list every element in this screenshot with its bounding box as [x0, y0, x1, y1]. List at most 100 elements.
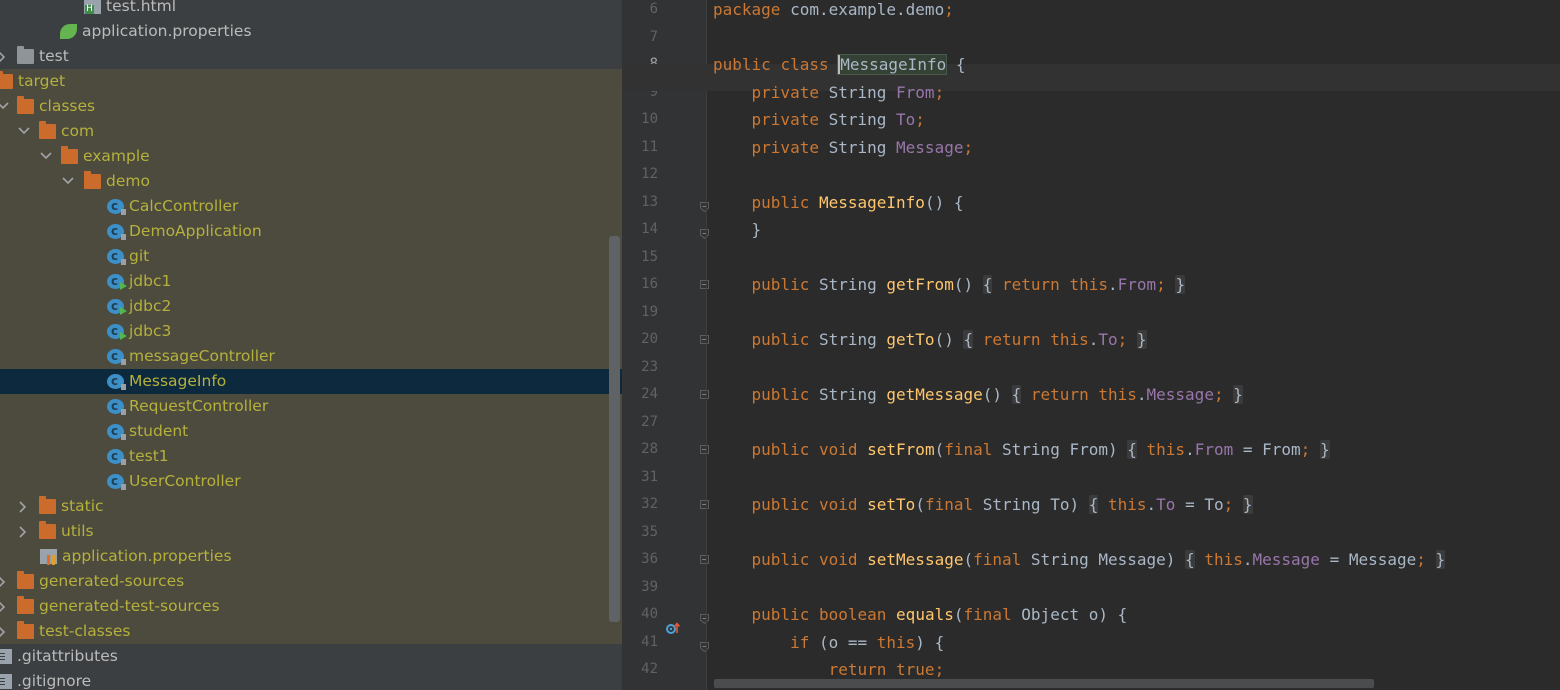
chevron-down-icon[interactable] [17, 119, 31, 144]
tree-item-label: generated-test-sources [39, 597, 220, 615]
tree-item-test[interactable]: test [0, 44, 622, 69]
tree-item-label: test.html [106, 0, 176, 15]
tree-item-example[interactable]: example [0, 144, 622, 169]
tree-item-jdbc2[interactable]: jdbc2 [0, 294, 622, 319]
text-file-icon [0, 649, 12, 664]
code-line[interactable]: public boolean equals(final Object o) { [713, 601, 1128, 628]
excluded-folder-icon [17, 571, 34, 589]
class-icon [107, 219, 126, 244]
tree-item-label: application.properties [82, 22, 252, 40]
properties-file-icon [40, 549, 57, 565]
code-line[interactable]: public class MessageInfo { [713, 51, 965, 78]
tree-item-messagecontroller[interactable]: messageController [0, 344, 622, 369]
code-line[interactable]: public void setMessage(final String Mess… [713, 546, 1446, 573]
tree-item-git[interactable]: git [0, 244, 622, 269]
fold-marker-icon[interactable] [700, 609, 709, 625]
tree-item-requestcontroller[interactable]: RequestController [0, 394, 622, 419]
chevron-right-icon[interactable] [0, 44, 10, 69]
tree-item-utils[interactable]: utils [0, 519, 622, 544]
chevron-right-icon[interactable] [0, 594, 10, 619]
fold-toggle-icon[interactable] [700, 500, 709, 509]
line-number: 24 [641, 386, 658, 402]
tree-item-label: application.properties [62, 547, 232, 565]
code-line[interactable]: private String From; [713, 79, 945, 106]
fold-toggle-icon[interactable] [700, 390, 709, 399]
code-editor[interactable]: 6789101112131415161920232427283132353639… [622, 0, 1560, 690]
fold-toggle-icon[interactable] [700, 335, 709, 344]
fold-marker-icon[interactable] [700, 197, 709, 212]
tree-item-gitattributes[interactable]: .gitattributes [0, 644, 622, 669]
chevron-down-icon[interactable] [0, 94, 10, 119]
editor-horizontal-scrollbar[interactable] [714, 679, 1374, 688]
tree-item-label: test-classes [39, 622, 131, 640]
tree-item-label: example [83, 147, 150, 165]
tree-item-application-properties[interactable]: application.properties [0, 19, 622, 44]
class-icon [107, 394, 126, 419]
code-line[interactable]: } [713, 216, 762, 243]
line-number: 20 [641, 331, 658, 347]
code-line[interactable]: package com.example.demo; [713, 0, 954, 23]
tree-item-usercontroller[interactable]: UserController [0, 469, 622, 494]
class-icon [107, 444, 126, 469]
fold-toggle-icon[interactable] [700, 555, 709, 564]
text-file-icon [0, 674, 12, 689]
tree-item-label: DemoApplication [129, 222, 262, 240]
tree-item-target[interactable]: target [0, 69, 622, 94]
fold-marker-icon[interactable] [700, 637, 709, 652]
chevron-right-icon[interactable] [17, 519, 31, 544]
tree-item-label: jdbc3 [129, 322, 172, 340]
tree-item-gitignore[interactable]: .gitignore [0, 669, 622, 690]
line-number: 31 [641, 468, 658, 485]
tree-item-label: CalcController [129, 197, 239, 215]
line-number: 12 [641, 166, 658, 182]
tree-item-generated-test-sources[interactable]: generated-test-sources [0, 594, 622, 619]
chevron-right-icon[interactable] [0, 569, 10, 594]
tree-item-jdbc3[interactable]: jdbc3 [0, 319, 622, 344]
tree-item-demo[interactable]: demo [0, 169, 622, 194]
tree-item-static[interactable]: static [0, 494, 622, 519]
tree-item-generated-sources[interactable]: generated-sources [0, 569, 622, 594]
line-number: 35 [641, 523, 658, 540]
tree-item-application-properties[interactable]: application.properties [0, 544, 622, 569]
tree-item-test-classes[interactable]: test-classes [0, 619, 622, 644]
tree-item-test-html[interactable]: test.html [0, 0, 622, 19]
folder-icon [17, 46, 34, 64]
code-line[interactable]: public MessageInfo() { [713, 189, 964, 216]
line-number: 40 [641, 606, 658, 622]
code-line[interactable]: if (o == this) { [713, 629, 944, 656]
fold-toggle-icon[interactable] [700, 445, 709, 454]
tree-item-messageinfo[interactable]: MessageInfo [0, 369, 622, 394]
tree-item-label: static [61, 497, 104, 515]
class-icon [107, 344, 126, 369]
code-line[interactable]: private String Message; [713, 134, 974, 161]
line-number: 41 [641, 633, 658, 650]
fold-toggle-icon[interactable] [700, 280, 709, 289]
chevron-right-icon[interactable] [17, 494, 31, 519]
excluded-folder-icon [17, 96, 34, 114]
tree-item-demoapplication[interactable]: DemoApplication [0, 219, 622, 244]
tree-item-classes[interactable]: classes [0, 94, 622, 119]
tree-scrollbar[interactable] [609, 236, 620, 622]
chevron-down-icon[interactable] [39, 144, 53, 169]
tree-item-jdbc1[interactable]: jdbc1 [0, 269, 622, 294]
chevron-down-icon[interactable] [61, 169, 75, 194]
tree-item-com[interactable]: com [0, 119, 622, 144]
excluded-folder-icon [0, 71, 13, 89]
tree-item-label: .gitignore [17, 672, 92, 690]
tree-item-label: git [129, 247, 150, 265]
tree-item-student[interactable]: student [0, 419, 622, 444]
excluded-folder-icon [39, 121, 56, 139]
code-line[interactable]: public void setTo(final String To) { thi… [713, 491, 1253, 518]
code-line[interactable]: public String getMessage() { return this… [713, 381, 1243, 408]
chevron-right-icon[interactable] [0, 619, 10, 644]
tree-item-test1[interactable]: test1 [0, 444, 622, 469]
code-line[interactable]: public void setFrom(final String From) {… [713, 436, 1330, 463]
fold-marker-icon[interactable] [700, 224, 709, 240]
overrides-method-icon[interactable] [666, 621, 680, 635]
code-line[interactable]: public String getFrom() { return this.Fr… [713, 271, 1186, 298]
tree-item-calccontroller[interactable]: CalcController [0, 194, 622, 219]
line-number: 36 [641, 551, 658, 567]
code-line[interactable]: public String getTo() { return this.To; … [713, 326, 1147, 353]
tree-item-label: target [18, 72, 66, 90]
code-line[interactable]: private String To; [713, 106, 925, 133]
